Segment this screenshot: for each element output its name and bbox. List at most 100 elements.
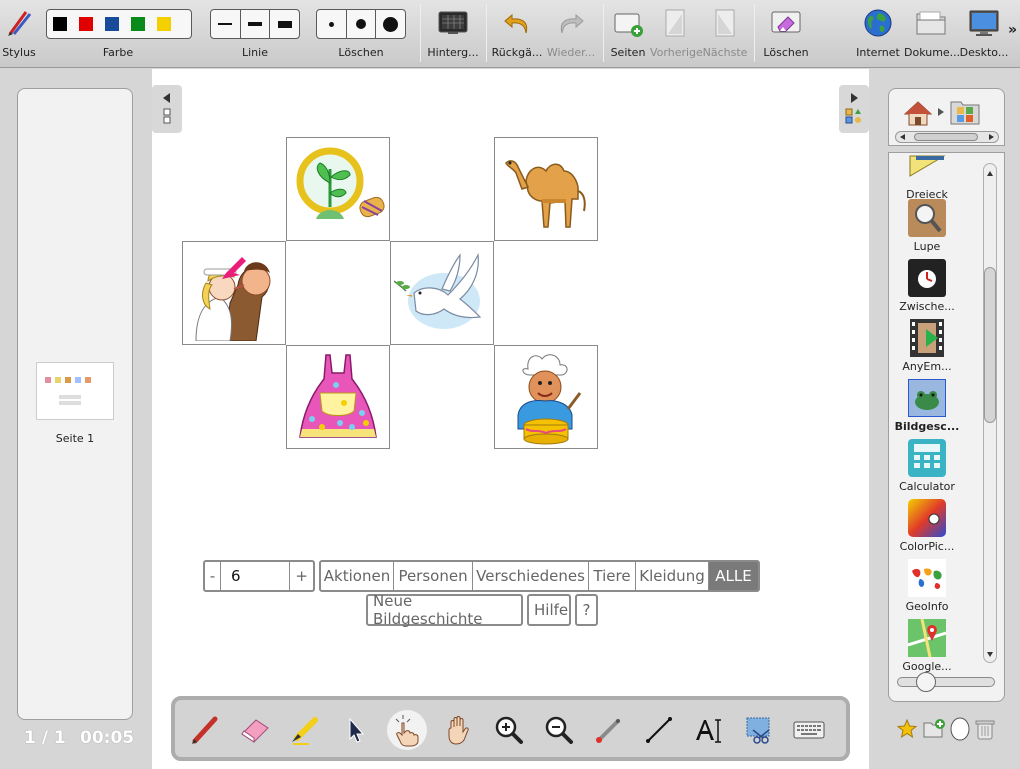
navigator-hscroll-thumb[interactable] — [914, 133, 978, 141]
question-button[interactable]: ? — [577, 596, 596, 624]
film-strip-icon — [908, 319, 946, 357]
next-page-button[interactable]: Nächste — [702, 0, 748, 68]
color-picker-icon — [908, 499, 946, 537]
page-thumbnail-panel: Seite 1 — [17, 88, 133, 720]
app-list-scrollbar[interactable] — [983, 163, 997, 663]
picture-camel[interactable] — [494, 137, 598, 241]
favorite-star-icon[interactable] — [897, 719, 917, 739]
color-yellow[interactable] — [157, 17, 171, 31]
category-filter: Aktionen Personen Verschiedenes Tiere Kl… — [319, 560, 760, 592]
loeschen-size-label: Löschen — [338, 46, 384, 59]
add-page-icon — [611, 6, 645, 40]
world-map-icon — [908, 559, 946, 597]
prev-page-button[interactable]: Vorherige — [650, 0, 703, 68]
category-aktionen[interactable]: Aktionen — [321, 562, 394, 590]
desktop-button[interactable]: Deskto... — [958, 0, 1010, 68]
dock-select-tool[interactable] — [335, 710, 375, 750]
category-personen[interactable]: Personen — [394, 562, 473, 590]
screen-capture-icon — [746, 717, 770, 744]
scroll-left-icon[interactable] — [898, 133, 908, 141]
app-google-maps[interactable]: Google... — [889, 619, 965, 673]
dock-pen-tool[interactable] — [185, 710, 225, 750]
toolbar-more[interactable]: » — [1008, 22, 1017, 38]
home-icon[interactable] — [903, 99, 933, 127]
picture-dove[interactable] — [390, 241, 494, 345]
undo-button[interactable]: Rückgä... — [490, 0, 544, 68]
dock-hand-tool[interactable] — [439, 710, 479, 750]
app-zwischenablage[interactable]: Zwische... — [889, 259, 965, 313]
icon-size-slider-thumb[interactable] — [916, 672, 936, 692]
stylus-tool[interactable]: Stylus — [0, 0, 38, 68]
new-folder-icon[interactable] — [922, 717, 946, 739]
line-medium[interactable] — [241, 10, 271, 38]
help-button[interactable]: Hilfe — [529, 596, 573, 624]
picture-kissing-couple[interactable] — [182, 241, 286, 345]
app-list-scroll-thumb[interactable] — [984, 267, 996, 423]
dock-line-tool[interactable] — [639, 710, 679, 750]
dock-eraser-tool[interactable] — [235, 710, 275, 750]
app-calculator[interactable]: Calculator — [889, 439, 965, 493]
color-black[interactable] — [53, 17, 67, 31]
count-minus-button[interactable]: - — [205, 562, 221, 590]
background-icon — [436, 6, 470, 40]
dock-highlighter-tool[interactable] — [285, 710, 325, 750]
dock-interact-tool[interactable] — [387, 710, 427, 750]
laser-pointer-icon — [596, 719, 620, 743]
app-dreieck[interactable]: Dreieck — [889, 153, 965, 201]
eraser-small[interactable] — [317, 10, 347, 38]
internet-button[interactable]: Internet — [852, 0, 904, 68]
dock-text-tool[interactable] — [689, 710, 729, 750]
page-thumbnail[interactable] — [36, 362, 114, 420]
new-story-button[interactable]: Neue Bildgeschichte — [368, 592, 521, 628]
pages-button[interactable]: Seiten — [606, 0, 650, 68]
count-input[interactable]: 6 — [221, 562, 291, 590]
color-green[interactable] — [131, 17, 145, 31]
redo-button[interactable]: Wieder... — [544, 0, 598, 68]
dock-keyboard-tool[interactable] — [789, 710, 829, 750]
app-colorpicker[interactable]: ColorPic... — [889, 499, 965, 553]
app-anyembed[interactable]: AnyEm... — [889, 319, 965, 373]
loeschen-label: Löschen — [763, 46, 809, 59]
picture-magnifier-plant[interactable] — [286, 137, 390, 241]
count-plus-button[interactable]: + — [290, 562, 313, 590]
collapse-right-icon — [845, 93, 861, 124]
collapse-left-tab[interactable] — [152, 85, 182, 133]
color-red[interactable] — [79, 17, 93, 31]
dock-zoom-in-tool[interactable] — [489, 710, 529, 750]
eraser-large[interactable] — [376, 10, 405, 38]
line-thin[interactable] — [211, 10, 241, 38]
picture-baker[interactable] — [494, 345, 598, 449]
apps-folder-icon[interactable] — [949, 97, 981, 127]
color-palette — [46, 9, 192, 39]
scroll-up-icon[interactable] — [985, 169, 995, 179]
clear-button[interactable]: Löschen — [758, 0, 814, 68]
eraser-medium[interactable] — [347, 10, 377, 38]
app-bildgeschichte[interactable]: Bildgesc... — [889, 379, 965, 433]
navigator-hscrollbar[interactable] — [895, 131, 999, 143]
undo-label: Rückgä... — [491, 46, 543, 59]
line-thick[interactable] — [270, 10, 299, 38]
app-geoinfo[interactable]: GeoInfo — [889, 559, 965, 613]
collapse-left-icon — [163, 93, 171, 124]
undo-icon — [500, 6, 534, 40]
documents-button[interactable]: Dokume... — [904, 0, 960, 68]
category-tiere[interactable]: Tiere — [589, 562, 636, 590]
collapse-right-tab[interactable] — [839, 85, 869, 133]
background-button[interactable]: Hinterg... — [426, 0, 480, 68]
trash-icon[interactable] — [975, 718, 995, 740]
circle-shape-icon[interactable] — [949, 717, 971, 741]
dock-zoom-out-tool[interactable] — [539, 710, 579, 750]
dock-capture-tool[interactable] — [739, 710, 779, 750]
scroll-right-icon[interactable] — [986, 133, 996, 141]
category-alle[interactable]: ALLE — [709, 562, 758, 590]
color-blue[interactable] — [105, 17, 119, 31]
whiteboard-canvas[interactable]: - 6 + Aktionen Personen Verschiedenes Ti… — [152, 69, 869, 769]
category-kleidung[interactable]: Kleidung — [636, 562, 709, 590]
app-lupe[interactable]: Lupe — [889, 199, 965, 253]
scroll-down-icon[interactable] — [985, 649, 995, 659]
category-verschiedenes[interactable]: Verschiedenes — [473, 562, 589, 590]
application-list: Dreieck Lupe Zwische... AnyEm... Bildges… — [888, 152, 1005, 702]
icon-size-slider[interactable] — [897, 672, 995, 692]
picture-pink-dress[interactable] — [286, 345, 390, 449]
dock-laser-tool[interactable] — [589, 710, 629, 750]
